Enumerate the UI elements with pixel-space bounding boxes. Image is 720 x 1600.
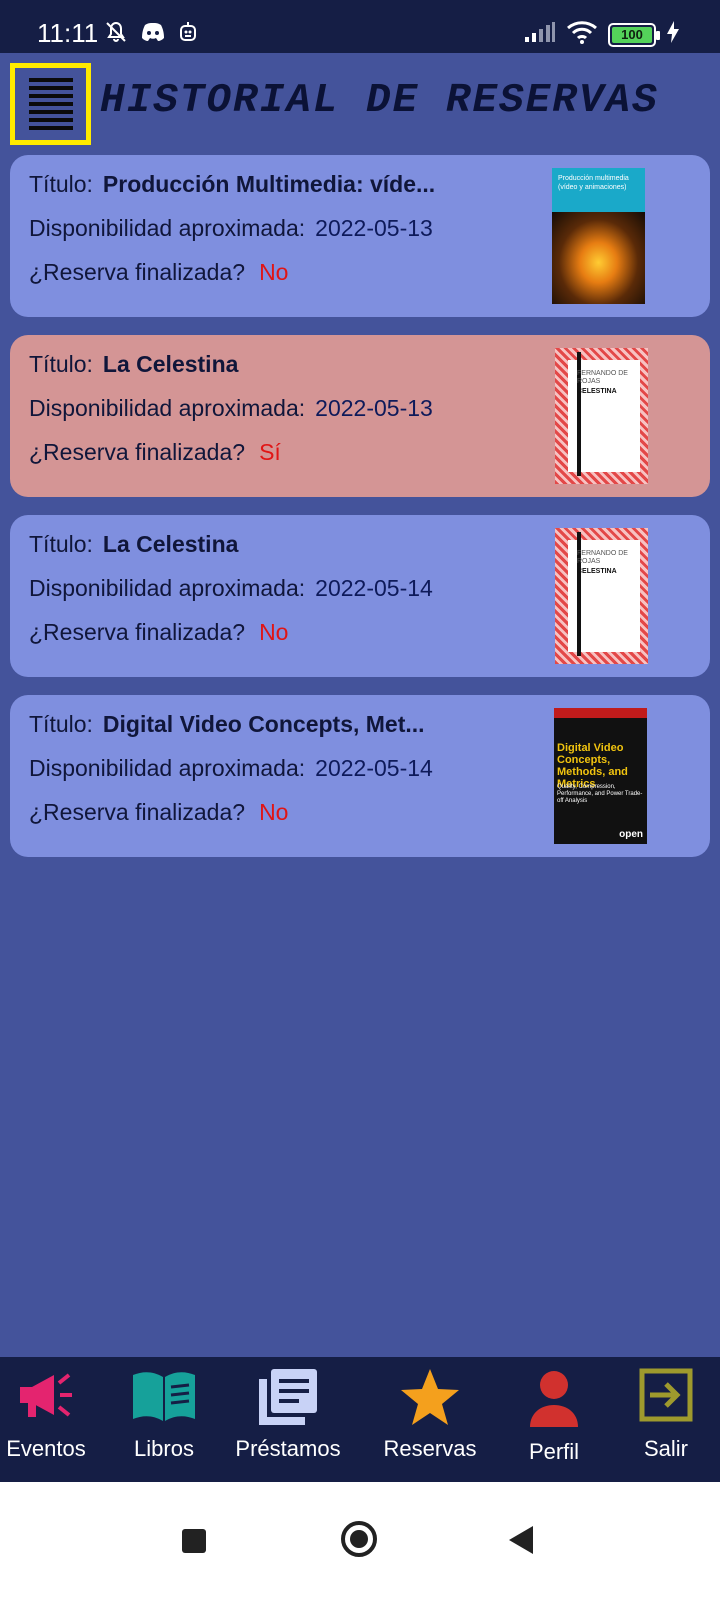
person-icon — [526, 1367, 582, 1434]
finished-status: No — [259, 619, 289, 645]
star-icon — [399, 1367, 461, 1432]
availability-date: 2022-05-13 — [315, 395, 433, 421]
megaphone-icon — [14, 1367, 78, 1430]
availability-date: 2022-05-14 — [315, 575, 433, 601]
nav-label: Eventos — [6, 1436, 86, 1461]
notification-icon — [178, 20, 198, 49]
nav-label: Salir — [643, 1436, 688, 1461]
availability-date: 2022-05-13 — [315, 215, 433, 241]
wifi-icon — [566, 20, 598, 49]
title-label: Título: — [29, 531, 93, 557]
cover-text: Producción multimedia (vídeo y animacion… — [558, 175, 629, 191]
availability-label: Disponibilidad aproximada: — [29, 215, 306, 241]
finished-label: ¿Reserva finalizada? — [29, 259, 246, 285]
finished-status: No — [259, 259, 289, 285]
cover-badge: open — [619, 829, 643, 840]
nav-label: Préstamos — [235, 1436, 341, 1461]
muted-bell-icon — [104, 20, 128, 49]
book-cover: FERNANDO DE ROJAS CELESTINA — [555, 528, 648, 664]
book-cover: Producción multimedia (vídeo y animacion… — [552, 168, 645, 304]
nav-perfil[interactable]: Perfil — [504, 1357, 604, 1482]
finished-label: ¿Reserva finalizada? — [29, 799, 246, 825]
nav-reservas[interactable]: Reservas — [366, 1357, 494, 1482]
availability-row: Disponibilidad aproximada: 2022-05-13 — [29, 215, 433, 242]
availability-row: Disponibilidad aproximada: 2022-05-14 — [29, 575, 433, 602]
cover-title: Digital Video Concepts, Methods, and Met… — [557, 742, 628, 790]
status-time: 11:11 — [37, 18, 99, 48]
nav-libros[interactable]: Libros — [118, 1357, 210, 1482]
hamburger-icon — [28, 76, 73, 132]
battery-icon: 100 — [608, 22, 660, 47]
cover-author: FERNANDO DE ROJAS — [577, 550, 628, 565]
cover-subtitle: Quality, Compression, Performance, and P… — [557, 784, 643, 804]
nav-label: Perfil — [528, 1439, 580, 1464]
menu-button[interactable] — [10, 63, 91, 145]
availability-date: 2022-05-14 — [315, 755, 433, 781]
finished-row: ¿Reserva finalizada? No — [29, 799, 288, 826]
reservation-card[interactable]: Título: La Celestina Disponibilidad aprox… — [10, 335, 710, 497]
library-books-icon — [257, 1367, 319, 1432]
page-title: HISTORIAL DE RESERVAS — [100, 78, 659, 124]
home-button[interactable] — [340, 1520, 378, 1563]
book-cover: Digital Video Concepts, Methods, and Met… — [554, 708, 647, 844]
availability-label: Disponibilidad aproximada: — [29, 575, 306, 601]
nav-prestamos[interactable]: Préstamos — [222, 1357, 354, 1482]
reservation-card[interactable]: Título: Producción Multimedia: víde... Di… — [10, 155, 710, 317]
signal-icon — [524, 21, 556, 48]
reservation-card[interactable]: Título: Digital Video Concepts, Met... Di… — [10, 695, 710, 857]
title-row: Título: Digital Video Concepts, Met... — [29, 711, 425, 738]
cover-title: CELESTINA — [577, 568, 617, 575]
title-row: Título: La Celestina — [29, 531, 238, 558]
finished-status: No — [259, 799, 289, 825]
book-title: Producción Multimedia: víde... — [102, 171, 436, 197]
title-label: Título: — [29, 171, 93, 197]
nav-salir[interactable]: Salir — [620, 1357, 712, 1482]
nav-eventos[interactable]: Eventos — [0, 1357, 92, 1482]
system-navigation — [0, 1482, 720, 1600]
exit-icon — [638, 1367, 694, 1428]
nav-label: Reservas — [383, 1436, 477, 1461]
open-book-icon — [131, 1367, 197, 1430]
status-bar: 11:11 100 — [0, 0, 720, 53]
finished-status: Sí — [259, 439, 281, 465]
finished-label: ¿Reserva finalizada? — [29, 439, 246, 465]
availability-row: Disponibilidad aproximada: 2022-05-13 — [29, 395, 433, 422]
finished-label: ¿Reserva finalizada? — [29, 619, 246, 645]
nav-label: Libros — [134, 1436, 194, 1461]
discord-icon — [140, 21, 166, 48]
back-button[interactable] — [507, 1524, 535, 1561]
availability-label: Disponibilidad aproximada: — [29, 755, 306, 781]
finished-row: ¿Reserva finalizada? No — [29, 619, 288, 646]
title-row: Título: Producción Multimedia: víde... — [29, 171, 435, 198]
battery-level: 100 — [612, 26, 652, 43]
reservation-card[interactable]: Título: La Celestina Disponibilidad aprox… — [10, 515, 710, 677]
finished-row: ¿Reserva finalizada? No — [29, 259, 288, 286]
bottom-navigation: Eventos Libros Préstamos Reservas Perfil… — [0, 1357, 720, 1482]
availability-row: Disponibilidad aproximada: 2022-05-14 — [29, 755, 433, 782]
cover-author: FERNANDO DE ROJAS — [577, 370, 628, 385]
book-cover: FERNANDO DE ROJAS CELESTINA — [555, 348, 648, 484]
title-label: Título: — [29, 351, 93, 377]
title-label: Título: — [29, 711, 93, 737]
finished-row: ¿Reserva finalizada? Sí — [29, 439, 281, 466]
title-row: Título: La Celestina — [29, 351, 238, 378]
recents-button[interactable] — [181, 1528, 207, 1559]
book-title: Digital Video Concepts, Met... — [102, 711, 425, 737]
status-system-icons: 100 — [524, 20, 680, 49]
availability-label: Disponibilidad aproximada: — [29, 395, 306, 421]
status-notification-icons — [104, 20, 198, 49]
charging-icon — [666, 20, 680, 49]
book-title: La Celestina — [102, 351, 239, 377]
cover-title: CELESTINA — [577, 388, 617, 395]
book-title: La Celestina — [102, 531, 239, 557]
